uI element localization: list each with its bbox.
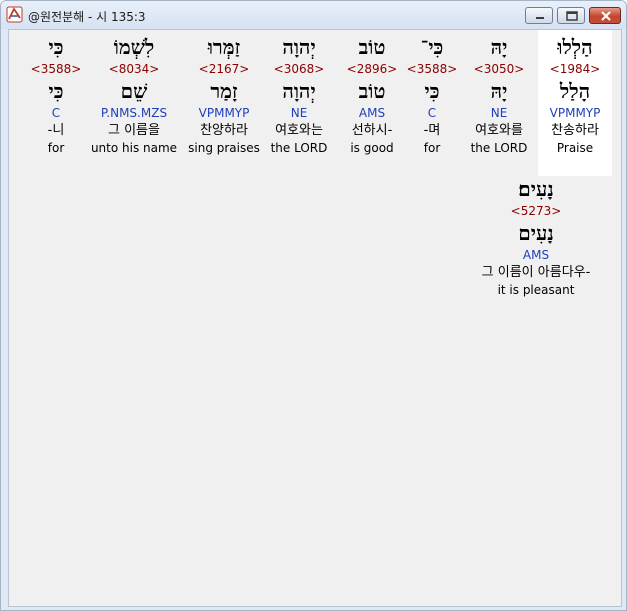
- maximize-button[interactable]: [557, 7, 585, 24]
- strong-number[interactable]: <3068>: [262, 60, 336, 78]
- lemma-word: טוֹב: [358, 79, 386, 103]
- word-cell-2[interactable]: יָהּ <3050> יָהּ NE 여호와를 the LORD: [462, 34, 536, 156]
- korean-gloss: 여호와는: [275, 123, 323, 138]
- lemma-word: יְהוָה: [282, 79, 316, 103]
- lemma-word: כִּי: [48, 79, 64, 103]
- word-cell-8[interactable]: כִּי <3588> כִּי C -니 for: [21, 34, 91, 156]
- hebrew-word: הַלְלוּ: [557, 35, 593, 59]
- korean-gloss: 찬송하라: [551, 123, 599, 138]
- hebrew-word: זַמְּרוּ: [207, 35, 241, 59]
- strong-number[interactable]: <8034>: [87, 60, 181, 78]
- close-button[interactable]: [589, 7, 621, 24]
- window-title: @원전분해 - 시 135:3: [28, 10, 146, 24]
- english-gloss: is good: [350, 141, 394, 155]
- korean-gloss: 그 이름을: [108, 123, 160, 138]
- word-cell-9[interactable]: נָעִים׃ <5273> נָעִים AMS 그 이름이 아름다우- it…: [456, 176, 616, 298]
- korean-gloss: 여호와를: [475, 123, 523, 138]
- morphology-code[interactable]: VPMMYP: [538, 104, 612, 122]
- morphology-code[interactable]: VPMMYP: [182, 104, 266, 122]
- hebrew-word: יָהּ: [490, 35, 508, 59]
- korean-gloss: 찬양하라: [200, 123, 248, 138]
- morphology-code[interactable]: P.NMS.MZS: [87, 104, 181, 122]
- lemma-word: זָמַר: [210, 79, 238, 103]
- korean-gloss: -니: [47, 123, 65, 138]
- morphology-code[interactable]: NE: [462, 104, 536, 122]
- word-cell-4[interactable]: טוֹב <2896> טוֹב AMS 선하시- is good: [335, 34, 409, 156]
- english-gloss: Praise: [556, 141, 594, 155]
- strong-number[interactable]: <2896>: [335, 60, 409, 78]
- app-window: @원전분해 - 시 135:3 הַלְלוּ <1984> הָלַל VPM…: [0, 0, 627, 611]
- morphology-code[interactable]: NE: [262, 104, 336, 122]
- strong-number[interactable]: <3588>: [21, 60, 91, 78]
- hebrew-word: לִשְׁמוֹ: [113, 35, 155, 59]
- morphology-code[interactable]: C: [21, 104, 91, 122]
- lemma-word: הָלַל: [559, 79, 591, 103]
- word-cell-6[interactable]: זַמְּרוּ <2167> זָמַר VPMMYP 찬양하라 sing p…: [182, 34, 266, 156]
- english-gloss: the LORD: [270, 141, 328, 155]
- analysis-panel: הַלְלוּ <1984> הָלַל VPMMYP 찬송하라 Praise …: [8, 29, 622, 607]
- english-gloss: it is pleasant: [497, 283, 575, 297]
- hebrew-word: כִּי: [48, 35, 64, 59]
- lemma-word: נָעִים: [518, 221, 554, 245]
- lemma-word: יָהּ: [490, 79, 508, 103]
- english-gloss: for: [47, 141, 65, 155]
- korean-gloss: 그 이름이 아름다우-: [481, 265, 591, 280]
- english-gloss: the LORD: [470, 141, 528, 155]
- word-cell-5[interactable]: יְהוָה <3068> יְהוָה NE 여호와는 the LORD: [262, 34, 336, 156]
- morphology-code[interactable]: AMS: [335, 104, 409, 122]
- strong-number[interactable]: <3050>: [462, 60, 536, 78]
- word-cell-7[interactable]: לִשְׁמוֹ <8034> שֵׁם P.NMS.MZS 그 이름을 unt…: [87, 34, 181, 156]
- english-gloss: unto his name: [90, 141, 178, 155]
- lemma-word: שֵׁם: [120, 79, 148, 103]
- strong-number[interactable]: <2167>: [182, 60, 266, 78]
- minimize-button[interactable]: [525, 7, 553, 24]
- app-logo-icon[interactable]: [6, 6, 23, 23]
- strong-number[interactable]: <1984>: [538, 60, 612, 78]
- english-gloss: sing praises: [188, 141, 260, 155]
- morphology-code[interactable]: AMS: [456, 246, 616, 264]
- korean-gloss: 선하시-: [351, 123, 393, 138]
- hebrew-word: טוֹב: [358, 35, 386, 59]
- strong-number[interactable]: <5273>: [456, 202, 616, 220]
- word-cell-1[interactable]: הַלְלוּ <1984> הָלַל VPMMYP 찬송하라 Praise: [538, 30, 612, 176]
- hebrew-word: יְהוָה: [282, 35, 316, 59]
- title-bar[interactable]: @원전분해 - 시 135:3: [1, 1, 626, 29]
- hebrew-word: נָעִים׃: [518, 177, 554, 201]
